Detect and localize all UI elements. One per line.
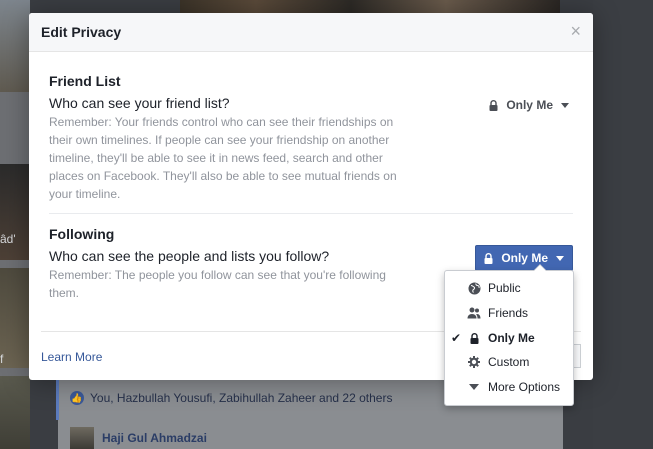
menu-item-label: Public — [488, 281, 521, 295]
friend-list-title: Friend List — [49, 73, 121, 89]
learn-more-link[interactable]: Learn More — [41, 350, 102, 364]
avatar — [70, 427, 94, 449]
background-comment-author: Haji Gul Ahmadzai — [102, 431, 207, 445]
background-thumbnail — [0, 376, 30, 449]
friend-list-audience-selector[interactable]: Only Me — [489, 98, 569, 112]
background-likes-row: 👍 You, Hazbullah Yousufi, Zabihullah Zah… — [70, 391, 392, 405]
gear-icon — [467, 355, 481, 369]
menu-item-label: Custom — [488, 355, 530, 369]
following-title: Following — [49, 226, 115, 242]
background-right-area — [593, 0, 653, 449]
lock-icon — [484, 252, 493, 264]
checkmark-icon: ✔ — [450, 331, 462, 345]
lock-icon — [489, 99, 498, 111]
friend-list-audience-label: Only Me — [506, 98, 553, 112]
following-audience-label: Only Me — [501, 251, 548, 265]
lock-icon — [467, 331, 481, 345]
background-photo-strip — [180, 0, 560, 14]
following-note: Remember: The people you follow can see … — [49, 268, 386, 300]
menu-item-more-options[interactable]: More Options — [445, 375, 573, 399]
background-left-text: f — [0, 352, 4, 366]
menu-item-custom[interactable]: Custom — [445, 350, 573, 374]
caret-down-icon — [467, 380, 481, 394]
following-audience-button[interactable]: Only Me — [475, 245, 573, 271]
friend-list-section: Friend List Who can see your friend list… — [49, 73, 573, 203]
globe-icon — [467, 281, 481, 295]
menu-item-label: Friends — [488, 306, 529, 320]
friend-list-note: Remember: Your friends control who can s… — [49, 115, 397, 201]
background-comment: Haji Gul Ahmadzai — [70, 427, 207, 449]
background-left-column: âd' f — [0, 0, 30, 449]
background-likes-text: You, Hazbullah Yousufi, Zabihullah Zahee… — [90, 391, 393, 405]
chevron-down-icon — [561, 102, 569, 108]
section-divider — [49, 213, 573, 214]
chevron-down-icon — [556, 255, 564, 261]
menu-item-label: More Options — [488, 380, 561, 394]
background-thumbnail — [0, 268, 30, 368]
dialog-header: Edit Privacy × — [29, 13, 593, 52]
close-icon[interactable]: × — [570, 22, 581, 40]
background-left-text: âd' — [0, 232, 16, 246]
menu-item-public[interactable]: Public — [445, 276, 573, 300]
background-feed-accent — [56, 380, 59, 420]
menu-item-only-me[interactable]: ✔ Only Me — [445, 326, 573, 350]
menu-item-friends[interactable]: Friends — [445, 301, 573, 325]
audience-menu: Public Friends ✔ Only Me Custom More Opt… — [444, 264, 574, 406]
dialog-title: Edit Privacy — [41, 24, 122, 40]
like-icon: 👍 — [70, 391, 84, 405]
friends-icon — [467, 306, 481, 320]
menu-item-label: Only Me — [488, 331, 535, 345]
background-thumbnail — [0, 0, 30, 92]
